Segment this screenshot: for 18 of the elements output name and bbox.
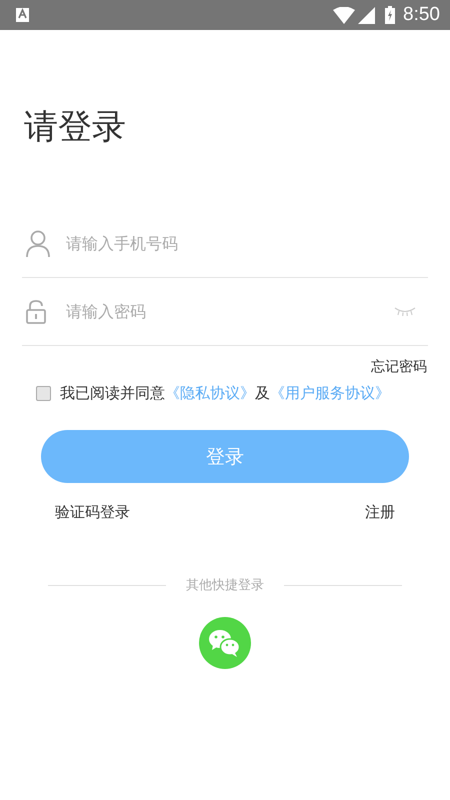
lock-icon bbox=[26, 300, 46, 324]
forgot-password-link[interactable]: 忘记密码 bbox=[371, 358, 427, 376]
wechat-login-icon[interactable] bbox=[199, 617, 251, 669]
other-login-label: 其他快捷登录 bbox=[185, 577, 265, 594]
signal-icon bbox=[358, 6, 376, 24]
closed-eye-icon[interactable] bbox=[394, 307, 416, 316]
agreement-text: 我已阅读并同意《隐私协议》及《用户服务协议》 bbox=[60, 384, 390, 403]
battery-icon bbox=[385, 6, 396, 24]
wifi-icon bbox=[333, 6, 356, 24]
input-field[interactable]: 请输入密码 bbox=[66, 296, 394, 326]
input-field[interactable]: 请输入手机号码 bbox=[66, 228, 428, 258]
user-icon bbox=[26, 230, 50, 257]
keyboard-icon bbox=[16, 8, 29, 22]
clock-time: 8:50 bbox=[403, 4, 440, 26]
page-title: 请登录 bbox=[24, 106, 127, 149]
sms-login-link[interactable]: 验证码登录 bbox=[55, 503, 130, 522]
register-link[interactable]: 注册 bbox=[365, 503, 395, 522]
agreement-checkbox[interactable] bbox=[36, 386, 51, 401]
